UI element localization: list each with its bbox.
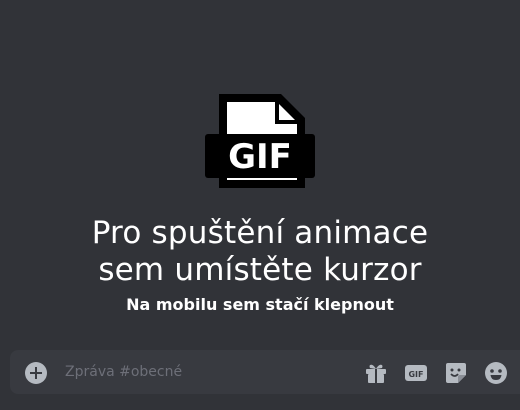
hover-hint-line-1: Pro spuštění animace <box>91 215 429 251</box>
gif-icon-label: GIF <box>228 137 292 177</box>
hover-hint-line-2: sem umístěte kurzor <box>98 252 422 288</box>
plus-circle-icon[interactable] <box>25 362 47 384</box>
mobile-hint: Na mobilu sem stačí klepnout <box>126 295 394 314</box>
sticker-icon[interactable] <box>444 361 468 385</box>
message-composer: Zpráva #obecné GIF <box>10 350 520 394</box>
message-input[interactable]: Zpráva #obecné <box>65 361 182 383</box>
emoji-icon[interactable] <box>484 361 508 385</box>
gif-button[interactable]: GIF <box>404 361 428 385</box>
gif-file-icon: GIF <box>205 94 315 188</box>
hover-hint-title: Pro spuštění animace sem umístěte kurzor <box>0 215 520 289</box>
gift-icon[interactable] <box>364 361 388 385</box>
gif-button-label: GIF <box>408 370 423 379</box>
